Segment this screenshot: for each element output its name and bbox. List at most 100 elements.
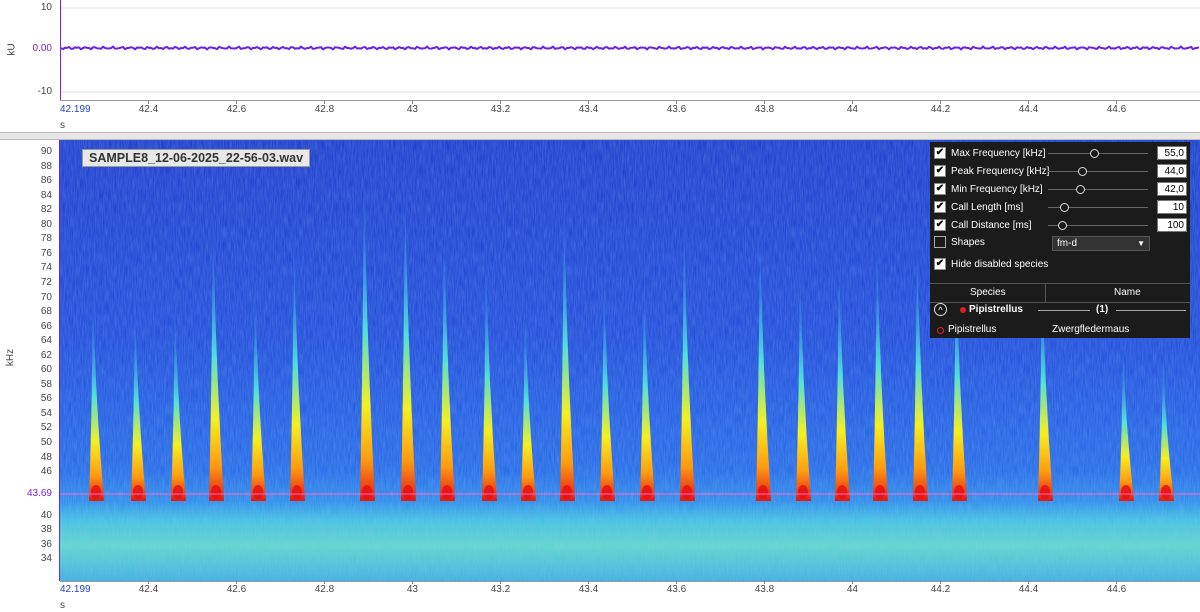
species-group-label: Pipistrellus (969, 304, 1023, 315)
param-checkbox[interactable]: ✔ (934, 219, 946, 231)
param-slider-handle[interactable] (1058, 221, 1067, 230)
shapes-dropdown-value: fm-d (1057, 238, 1077, 249)
param-slider-handle[interactable] (1060, 203, 1069, 212)
bat-call-peak (798, 485, 808, 499)
species-row[interactable]: Pipistrellus Zwergfledermaus (930, 322, 1190, 338)
bat-call-peak (292, 485, 302, 499)
param-value-field[interactable]: 42,0 (1157, 182, 1187, 196)
spectrogram-x-tick: 42.4 (138, 584, 159, 595)
spectrogram-y-tick: 62 (40, 349, 52, 361)
spectrogram-y-tick: 36 (40, 538, 52, 550)
spectrogram-y-tick: 66 (40, 320, 52, 332)
param-slider-handle[interactable] (1090, 149, 1099, 158)
param-value-field[interactable]: 44,0 (1157, 164, 1187, 178)
param-slider-track[interactable] (1048, 189, 1148, 190)
bat-call-peak (211, 485, 221, 499)
species-table-header: Species Name (930, 283, 1190, 303)
spectrogram-y-tick: 72 (40, 276, 52, 288)
param-slider-track[interactable] (1048, 171, 1148, 172)
spectrogram-y-tick: 48 (40, 451, 52, 463)
spectrogram-x-tick: 43.8 (754, 584, 775, 595)
spectrogram-x-tick: 44.4 (1018, 584, 1039, 595)
species-name: Pipistrellus (948, 324, 997, 335)
spectrogram-y-tick: 50 (40, 437, 52, 448)
param-value-field[interactable]: 55,0 (1157, 146, 1187, 160)
param-checkbox[interactable]: ✔ (934, 201, 946, 213)
param-row: ✔ Peak Frequency [kHz] (934, 163, 1049, 179)
group-line (1116, 310, 1186, 311)
waveform-y-tick: -10 (37, 86, 52, 97)
bat-call-peak (954, 485, 964, 499)
spectrogram-x-tick: 43.2 (490, 584, 511, 595)
spectrogram-y-tick: 74 (40, 262, 52, 274)
bat-call-peak (837, 485, 847, 499)
param-checkbox[interactable]: ✔ (934, 165, 946, 177)
shapes-dropdown[interactable]: fm-d ▼ (1052, 236, 1150, 251)
param-value-field[interactable]: 10 (1157, 200, 1187, 214)
spectrogram-x-unit: s (60, 600, 65, 611)
species-group-row[interactable]: ^ Pipistrellus (1) (930, 303, 1190, 319)
group-line (1038, 310, 1090, 311)
bat-call-peak (562, 485, 572, 499)
param-slider-handle[interactable] (1078, 167, 1087, 176)
bat-call-peak (91, 485, 101, 499)
param-checkbox[interactable]: ✔ (934, 147, 946, 159)
species-group-count: (1) (1096, 304, 1109, 315)
shapes-checkbox[interactable] (934, 236, 946, 248)
species-color-dot (960, 307, 966, 313)
collapse-icon[interactable]: ^ (934, 303, 947, 316)
spectrogram-y-tick: 40 (40, 509, 52, 521)
bat-call-peak (133, 485, 143, 499)
waveform-y-tick: 0.00 (32, 43, 52, 54)
shapes-label: Shapes (951, 236, 985, 248)
species-filter-panel: ✔ Max Frequency [kHz] 55,0 ✔ Peak Frequency … (930, 142, 1190, 338)
spectrogram-y-tick: 84 (40, 189, 52, 201)
spectrogram-y-tick: 60 (40, 364, 52, 376)
bat-call-peak (1161, 485, 1171, 499)
waveform-x-start: 42.199 (60, 104, 91, 115)
spectrogram-y-tick: 90 (40, 146, 52, 157)
waveform-x-tick: 44.2 (930, 104, 951, 115)
spectrogram-x-tick: 44.6 (1106, 584, 1127, 595)
spectrogram-y-tick: 54 (40, 407, 52, 419)
spectrogram-x-tick: 43.4 (578, 584, 599, 595)
waveform-x-tick: 42.8 (314, 104, 335, 115)
waveform-x-tick: 42.6 (226, 104, 247, 115)
hide-disabled-label: Hide disabled species (951, 258, 1049, 270)
param-checkbox[interactable]: ✔ (934, 183, 946, 195)
bat-call-peak (484, 485, 494, 499)
param-value-field[interactable]: 100 (1157, 218, 1187, 232)
bat-call-peak (642, 485, 652, 499)
bat-call-peak (875, 485, 885, 499)
waveform-panel[interactable]: kU 10 0.00 -10 42.4 42.6 42.8 43 43.2 43.4 43.… (0, 0, 1200, 132)
param-label: Max Frequency [kHz] (951, 147, 1046, 159)
spectrogram-y-tick: 76 (40, 247, 52, 259)
hide-disabled-checkbox[interactable]: ✔ (934, 258, 946, 270)
waveform-x-tick: 43.4 (578, 104, 599, 115)
bat-call-peak (915, 485, 925, 499)
spectrogram-x-tick: 43.6 (666, 584, 687, 595)
param-row: ✔ Call Length [ms] (934, 199, 1023, 215)
waveform-x-tick: 44 (846, 104, 858, 115)
chevron-down-icon: ▼ (1137, 239, 1145, 248)
spectrogram-y-tick: 46 (40, 466, 52, 478)
spectrogram-x-tick: 43 (406, 584, 418, 595)
bat-call-peak (682, 485, 692, 499)
param-row: ✔ Min Frequency [kHz] (934, 181, 1043, 197)
waveform-y-tick: 10 (40, 2, 52, 13)
param-row: ✔ Call Distance [ms] (934, 217, 1032, 233)
name-column-header[interactable]: Name (1114, 287, 1141, 298)
waveform-x-tick: 43.2 (490, 104, 511, 115)
bat-call-peak (1121, 485, 1131, 499)
waveform-x-tick: 43.8 (754, 104, 775, 115)
panel-splitter[interactable] (0, 132, 1200, 140)
spectrogram-y-tick: 38 (40, 524, 52, 536)
spectrogram-x-tick: 44.2 (930, 584, 951, 595)
param-label: Call Length [ms] (951, 201, 1024, 213)
waveform-trace (61, 7, 1200, 93)
species-column-header[interactable]: Species (970, 287, 1006, 298)
param-row: ✔ Max Frequency [kHz] (934, 145, 1045, 161)
param-label: Peak Frequency [kHz] (951, 165, 1050, 177)
spectrogram-x-start: 42.199 (60, 584, 91, 595)
param-slider-handle[interactable] (1076, 185, 1085, 194)
